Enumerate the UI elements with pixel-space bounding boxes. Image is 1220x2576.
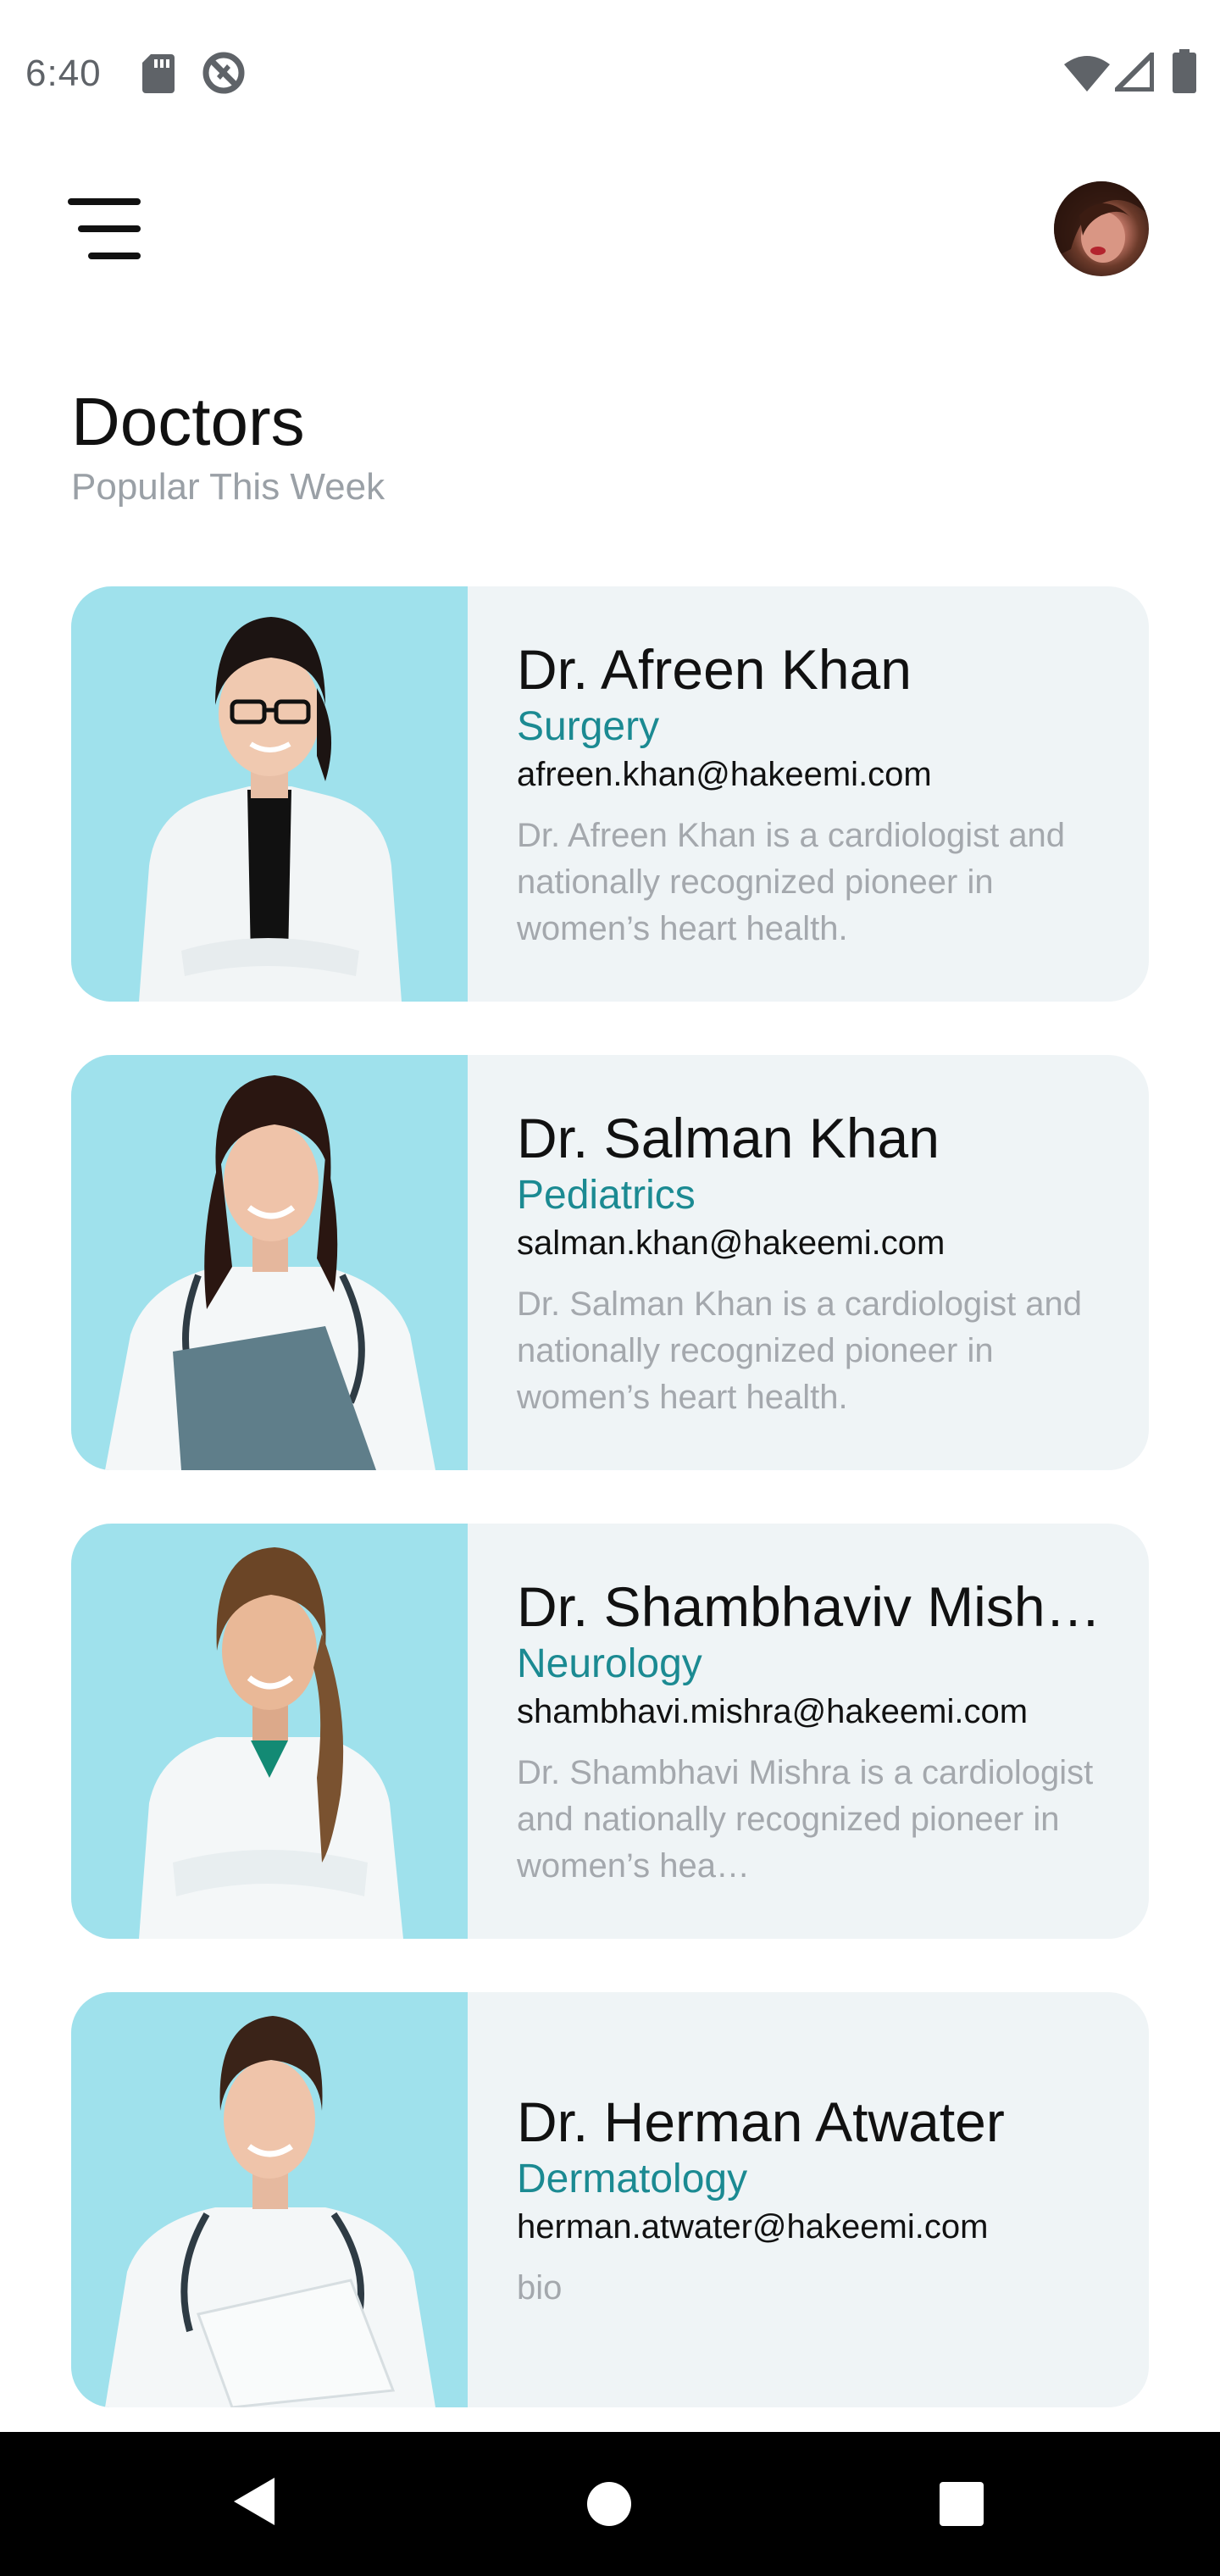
doctor-bio: Dr. Shambhavi Mishra is a cardiologist a… <box>517 1753 1094 1885</box>
status-time: 6:40 <box>25 53 102 94</box>
doctor-card[interactable]: Dr. Herman Atwater Dermatology herman.at… <box>71 1992 1149 2407</box>
doctor-card-info: Dr. Salman Khan Pediatrics salman.khan@h… <box>468 1055 1149 1470</box>
doctor-card-info: Dr. Shambhaviv Mish… Neurology shambhavi… <box>468 1524 1149 1939</box>
wifi-icon <box>1064 56 1110 92</box>
doctor-email: herman.atwater@hakeemi.com <box>517 2207 989 2246</box>
doctor-photo <box>71 1055 468 1470</box>
back-icon[interactable] <box>230 2476 276 2527</box>
doctor-specialty: Surgery <box>517 703 660 749</box>
doctor-photo <box>71 586 468 1002</box>
doctor-card[interactable]: Dr. Salman Khan Pediatrics salman.khan@h… <box>71 1055 1149 1470</box>
system-nav-bar <box>0 2432 1220 2576</box>
doctor-card-info: Dr. Afreen Khan Surgery afreen.khan@hake… <box>468 586 1149 1002</box>
doctor-specialty: Neurology <box>517 1641 702 1686</box>
doctor-specialty: Dermatology <box>517 2156 748 2201</box>
recents-icon[interactable] <box>939 2481 984 2527</box>
doctor-name: Dr. Afreen Khan <box>517 637 912 701</box>
doctor-card[interactable]: Dr. Shambhaviv Mish… Neurology shambhavi… <box>71 1524 1149 1939</box>
doctor-photo <box>71 1524 468 1939</box>
home-icon[interactable] <box>586 2481 632 2527</box>
blocked-icon <box>202 52 245 94</box>
doctor-name: Dr. Salman Khan <box>517 1106 940 1169</box>
battery-icon <box>1173 49 1196 93</box>
doctor-bio: Dr. Salman Khan is a cardiologist and na… <box>517 1285 1083 1416</box>
doctor-bio: bio <box>517 2268 563 2307</box>
doctor-name: Dr. Herman Atwater <box>517 2090 1005 2153</box>
menu-button[interactable] <box>68 193 146 261</box>
doctor-email: salman.khan@hakeemi.com <box>517 1224 946 1262</box>
doctor-card-info: Dr. Herman Atwater Dermatology herman.at… <box>468 1992 1149 2407</box>
page-subtitle: Popular This Week <box>71 466 385 508</box>
doctor-email: afreen.khan@hakeemi.com <box>517 755 932 793</box>
doctor-email: shambhavi.mishra@hakeemi.com <box>517 1692 1029 1730</box>
doctor-specialty: Pediatrics <box>517 1172 696 1218</box>
doctor-photo <box>71 1992 468 2407</box>
sd-card-icon <box>142 54 175 93</box>
avatar-photo <box>1054 181 1149 263</box>
status-bar: 6:40 <box>0 0 1220 146</box>
signal-icon <box>1115 53 1154 92</box>
user-avatar[interactable] <box>1054 181 1149 276</box>
page-title: Doctors <box>71 384 305 459</box>
doctor-card[interactable]: Dr. Afreen Khan Surgery afreen.khan@hake… <box>71 586 1149 1002</box>
hamburger-menu-icon <box>68 198 141 205</box>
doctor-name: Dr. Shambhaviv Mish… <box>517 1574 1101 1638</box>
doctor-bio: Dr. Afreen Khan is a cardiologist and na… <box>517 816 1066 947</box>
